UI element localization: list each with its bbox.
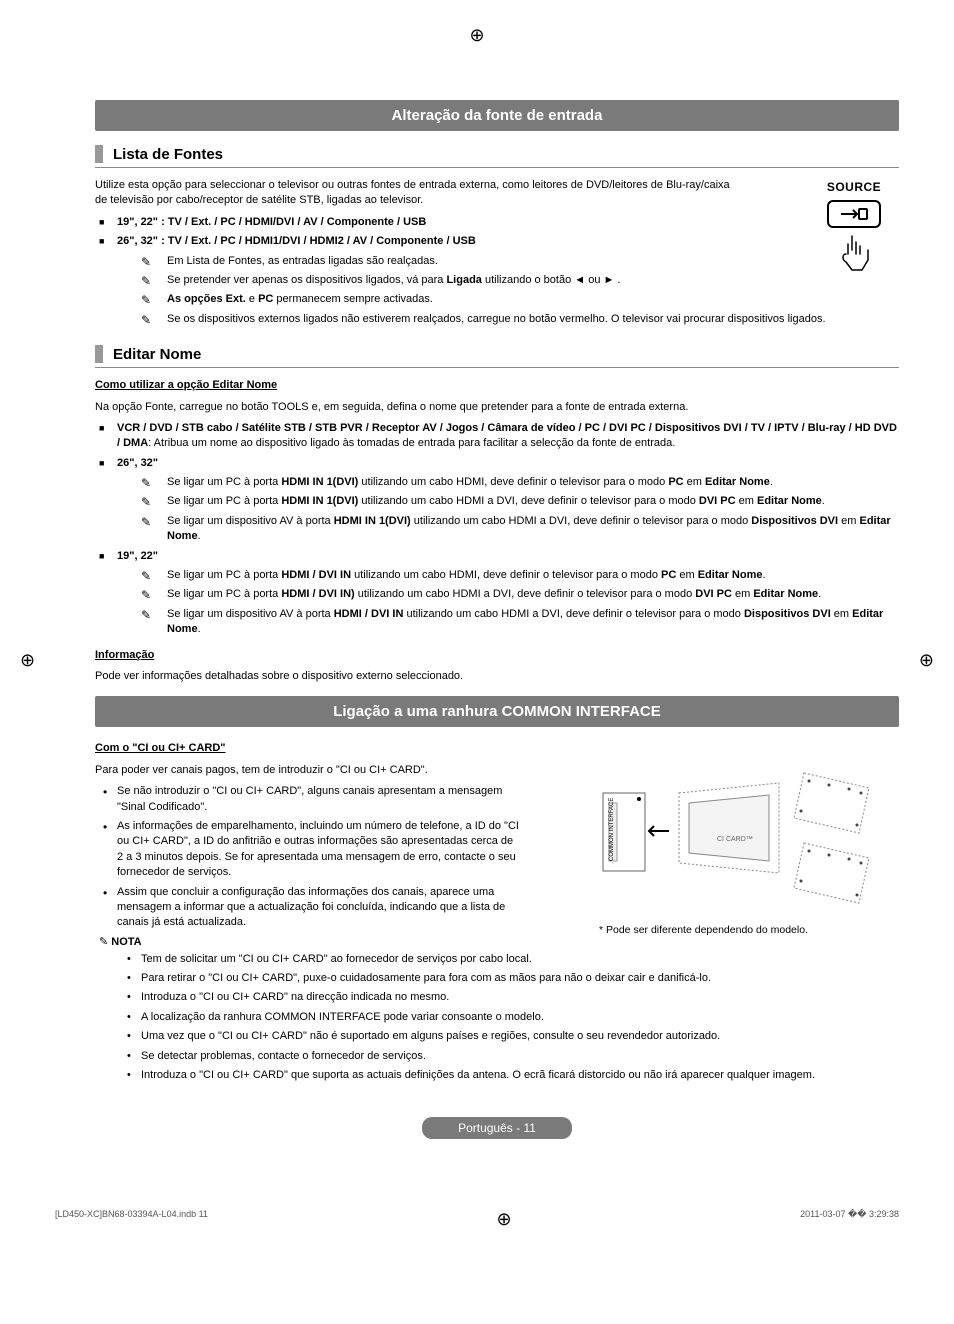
device-types-item: VCR / DVD / STB cabo / Satélite STB / ST…	[95, 421, 899, 452]
nota-label: NOTA	[99, 936, 142, 948]
group-2632: 26", 32" Se ligar um PC à porta HDMI IN …	[95, 456, 899, 545]
footer-left: [LD450-XC]BN68-03394A-L04.indb 11	[55, 1209, 208, 1230]
list-item: As informações de emparelhamento, inclui…	[101, 819, 521, 881]
note-item: Em Lista de Fontes, as entradas ligadas …	[141, 254, 899, 269]
section-title: Editar Nome	[113, 346, 201, 363]
slot-label: COMMON INTERFACE	[609, 797, 615, 860]
footer-right: 2011-03-07 �� 3:29:38	[800, 1209, 899, 1230]
list-item: Introduza o "CI ou CI+ CARD" na direcção…	[127, 990, 899, 1005]
list-item: Introduza o "CI ou CI+ CARD" que suporta…	[127, 1068, 899, 1083]
model-list: 19", 22" : TV / Ext. / PC / HDMI/DVI / A…	[95, 215, 899, 327]
informacao-text: Pode ver informações detalhadas sobre o …	[95, 669, 899, 684]
list-item: Uma vez que o "CI ou CI+ CARD" não é sup…	[127, 1029, 899, 1044]
note-item: Se ligar um PC à porta HDMI / DVI IN) ut…	[141, 587, 899, 602]
note-item: Se ligar um PC à porta HDMI IN 1(DVI) ut…	[141, 494, 899, 509]
subhead-ci-card: Com o "CI ou CI+ CARD"	[95, 741, 899, 756]
editar-list: VCR / DVD / STB cabo / Satélite STB / ST…	[95, 421, 899, 638]
note-item: As opções Ext. e PC permanecem sempre ac…	[141, 292, 899, 307]
note-item: Se ligar um PC à porta HDMI / DVI IN uti…	[141, 568, 899, 583]
section-title: Lista de Fontes	[113, 146, 223, 163]
page-number-badge: Português - 11	[422, 1117, 572, 1139]
page-body: Alteração da fonte de entrada SOURCE Lis…	[0, 0, 954, 1179]
subhead-informacao: Informação	[95, 648, 899, 663]
ci-bullets: Se não introduzir o "CI ou CI+ CARD", al…	[101, 784, 521, 931]
section-bar-icon	[95, 145, 103, 163]
model-notes: Em Lista de Fontes, as entradas ligadas …	[141, 254, 899, 328]
notes-1922: Se ligar um PC à porta HDMI / DVI IN uti…	[141, 568, 899, 638]
model-1922: 19", 22" : TV / Ext. / PC / HDMI/DVI / A…	[95, 215, 899, 230]
banner-input-source: Alteração da fonte de entrada	[95, 100, 899, 131]
section-editar-nome: Editar Nome	[95, 345, 899, 368]
figure-caption: * Pode ser diferente dependendo do model…	[599, 924, 899, 936]
note-item: Se ligar um dispositivo AV à porta HDMI …	[141, 607, 899, 638]
note-item: Se pretender ver apenas os dispositivos …	[141, 273, 899, 288]
list-item: Assim que concluir a configuração das in…	[101, 885, 521, 931]
nota-block: NOTA Tem de solicitar um "CI ou CI+ CARD…	[95, 935, 899, 1084]
note-item: Se ligar um PC à porta HDMI IN 1(DVI) ut…	[141, 475, 899, 490]
section-lista-de-fontes: Lista de Fontes	[95, 145, 899, 168]
doc-footer: [LD450-XC]BN68-03394A-L04.indb 11 ⊕ 2011…	[0, 1179, 954, 1250]
list-item: A localização da ranhura COMMON INTERFAC…	[127, 1010, 899, 1025]
nota-bullets: Tem de solicitar um "CI ou CI+ CARD" ao …	[127, 952, 899, 1084]
lista-intro: Utilize esta opção para seleccionar o te…	[95, 178, 735, 209]
model-2632: 26", 32" : TV / Ext. / PC / HDMI1/DVI / …	[95, 234, 899, 327]
note-item: Se os dispositivos externos ligados não …	[141, 312, 899, 327]
section-bar-icon	[95, 345, 103, 363]
ci-card-figure: COMMON INTERFACE CI CARD™	[599, 763, 899, 936]
list-item: Se não introduzir o "CI ou CI+ CARD", al…	[101, 784, 521, 815]
crop-mark-bottom: ⊕	[496, 1209, 511, 1230]
device-types-rest: : Atribua um nome ao dispositivo ligado …	[148, 437, 675, 449]
source-label: SOURCE	[809, 180, 899, 194]
group-1922: 19", 22" Se ligar um PC à porta HDMI / D…	[95, 549, 899, 638]
editar-intro: Na opção Fonte, carregue no botão TOOLS …	[95, 400, 899, 415]
card-label: CI CARD™	[717, 836, 753, 843]
list-item: Se detectar problemas, contacte o fornec…	[127, 1049, 899, 1064]
banner-common-interface: Ligação a uma ranhura COMMON INTERFACE	[95, 696, 899, 727]
subhead-como-utilizar: Como utilizar a opção Editar Nome	[95, 378, 899, 393]
note-item: Se ligar um dispositivo AV à porta HDMI …	[141, 514, 899, 545]
list-item: Para retirar o "CI ou CI+ CARD", puxe-o …	[127, 971, 899, 986]
list-item: Tem de solicitar um "CI ou CI+ CARD" ao …	[127, 952, 899, 967]
notes-2632: Se ligar um PC à porta HDMI IN 1(DVI) ut…	[141, 475, 899, 545]
